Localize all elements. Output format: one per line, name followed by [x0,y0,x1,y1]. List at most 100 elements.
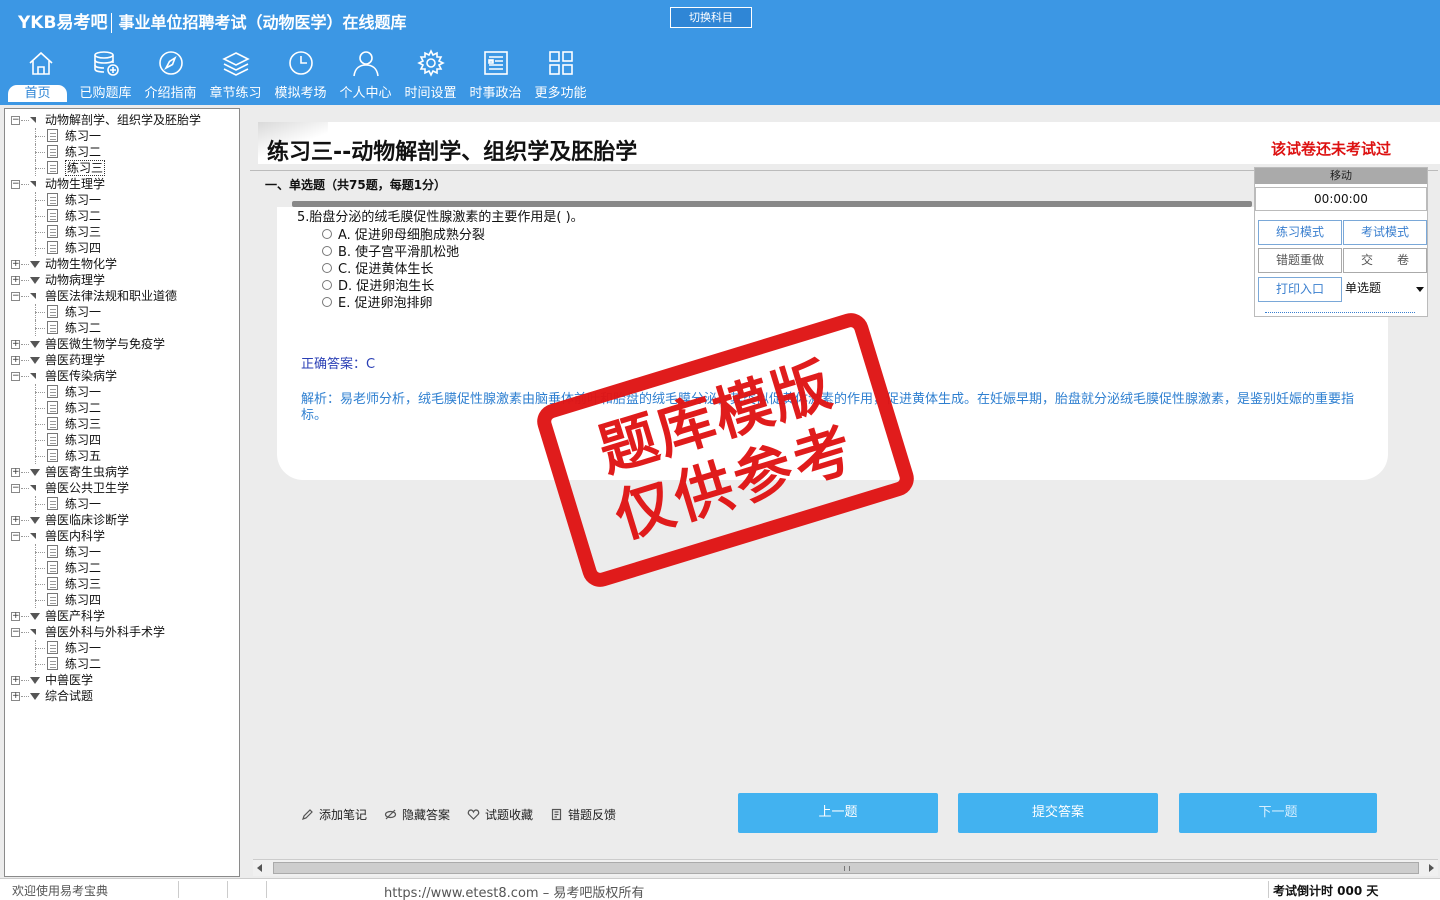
radio-button[interactable] [322,245,332,256]
submit-paper-button[interactable]: 交 卷 [1343,248,1427,273]
tree-node-label: 动物生物化学 [45,257,118,271]
tree-node-subject[interactable]: − 兽医传染病学 [5,368,239,384]
radio-button[interactable] [322,262,332,273]
radio-button[interactable] [322,279,332,290]
tree-node-exercise[interactable]: 练习四 [5,592,239,608]
nav-label: 章节练习 [209,86,262,101]
pencil-icon [302,809,313,820]
collapse-toggle-icon[interactable]: − [11,484,20,493]
tree-node-subject[interactable]: − 兽医外科与外科手术学 [5,624,239,640]
tree-node-exercise[interactable]: 练习二 [5,560,239,576]
nav-purchased[interactable]: 已购题库 [73,48,138,104]
expand-toggle-icon[interactable]: + [11,612,20,621]
tree-node-subject[interactable]: − 兽医法律法规和职业道德 [5,288,239,304]
submit-answer-button[interactable]: 提交答案 [958,793,1158,833]
expand-toggle-icon[interactable]: + [11,516,20,525]
print-button[interactable]: 打印入口 [1258,277,1342,302]
collapse-toggle-icon[interactable]: − [11,180,20,189]
tree-node-subject[interactable]: + 兽医微生物学与免疫学 [5,336,239,352]
subject-tree[interactable]: − 动物解剖学、组织学及胚胎学 练习一 练习二 练习三 − 动物生理学 练习一 练习二 练习三 练习… [4,108,240,877]
practice-mode-button[interactable]: 练习模式 [1258,220,1342,245]
scroll-right-icon[interactable] [1429,864,1434,872]
tree-node-subject[interactable]: + 动物病理学 [5,272,239,288]
tree-node-exercise[interactable]: 练习三 [5,416,239,432]
expand-toggle-icon[interactable]: + [11,260,20,269]
radio-button[interactable] [322,296,332,307]
radio-button[interactable] [322,228,332,239]
collapse-toggle-icon[interactable]: − [11,628,20,637]
collapse-toggle-icon[interactable]: − [11,292,20,301]
tree-node-subject[interactable]: + 动物生物化学 [5,256,239,272]
exam-mode-button[interactable]: 考试模式 [1343,220,1427,245]
tree-node-exercise[interactable]: 练习一 [5,304,239,320]
tree-node-exercise[interactable]: 练习三 [5,160,239,176]
nav-label: 首页 [8,85,67,102]
expand-toggle-icon[interactable]: + [11,340,20,349]
nav-more[interactable]: 更多功能 [528,48,593,104]
nav-time-settings[interactable]: 时间设置 [398,48,463,104]
favorite-tool[interactable]: 试题收藏 [467,806,533,823]
tree-node-exercise[interactable]: 练习一 [5,544,239,560]
tree-node-subject[interactable]: + 兽医临床诊断学 [5,512,239,528]
switch-subject-button[interactable]: 切换科目 [670,7,752,28]
prev-question-button[interactable]: 上一题 [738,793,938,833]
tree-node-exercise[interactable]: 练习五 [5,448,239,464]
tree-node-exercise[interactable]: 练习一 [5,192,239,208]
tree-node-subject[interactable]: + 兽医产科学 [5,608,239,624]
tree-node-exercise[interactable]: 练习二 [5,400,239,416]
add-note-tool[interactable]: 添加笔记 [301,806,367,823]
collapse-toggle-icon[interactable]: − [11,116,20,125]
tree-node-subject[interactable]: + 中兽医学 [5,672,239,688]
tree-node-exercise[interactable]: 练习一 [5,496,239,512]
tree-node-exercise[interactable]: 练习二 [5,656,239,672]
move-handle[interactable]: 移动 [1255,168,1427,184]
nav-chapter-practice[interactable]: 章节练习 [203,48,268,104]
feedback-tool[interactable]: 错题反馈 [550,806,616,823]
tree-node-exercise[interactable]: 练习二 [5,144,239,160]
expand-toggle-icon[interactable]: + [11,692,20,701]
tree-node-exercise[interactable]: 练习一 [5,640,239,656]
tree-node-subject[interactable]: − 兽医公共卫生学 [5,480,239,496]
tree-node-exercise[interactable]: 练习一 [5,384,239,400]
tree-node-label: 练习一 [65,545,102,559]
tree-node-exercise[interactable]: 练习四 [5,240,239,256]
redo-wrong-button[interactable]: 错题重做 [1258,248,1342,273]
horizontal-scrollbar[interactable] [253,859,1438,876]
tree-node-subject[interactable]: + 兽医寄生虫病学 [5,464,239,480]
expand-toggle-icon[interactable]: + [11,676,20,685]
document-icon [47,593,58,606]
next-question-button[interactable]: 下一题 [1179,793,1377,833]
chevron-down-icon [1416,287,1424,292]
tree-node-exercise[interactable]: 练习一 [5,128,239,144]
expand-toggle-icon[interactable]: + [11,276,20,285]
tree-node-label: 兽医传染病学 [45,369,118,383]
tree-node-subject[interactable]: + 兽医药理学 [5,352,239,368]
expand-toggle-icon[interactable]: + [11,356,20,365]
nav-personal-center[interactable]: 个人中心 [333,48,398,104]
hide-answer-tool[interactable]: 隐藏答案 [384,806,450,823]
tree-node-exercise[interactable]: 练习三 [5,224,239,240]
tree-node-exercise[interactable]: 练习三 [5,576,239,592]
scroll-left-icon[interactable] [257,864,262,872]
tree-node-exercise[interactable]: 练习四 [5,432,239,448]
nav-mock-exam[interactable]: 模拟考场 [268,48,333,104]
collapse-toggle-icon[interactable]: − [11,372,20,381]
tree-node-subject[interactable]: − 兽医内科学 [5,528,239,544]
scroll-thumb[interactable] [273,862,1419,874]
tree-node-label: 兽医微生物学与免疫学 [45,337,166,351]
tree-node-subject[interactable]: − 动物生理学 [5,176,239,192]
nav-home[interactable]: 首页 [8,48,73,104]
question-type-select[interactable]: 单选题 [1343,277,1427,302]
nav-current-affairs[interactable]: 时事政治 [463,48,528,104]
folder-closed-icon [30,693,40,700]
collapse-toggle-icon[interactable]: − [11,532,20,541]
option-e[interactable]: E. 促进卵泡排卵 [322,292,432,311]
tree-node-subject[interactable]: + 综合试题 [5,688,239,704]
expand-toggle-icon[interactable]: + [11,468,20,477]
tree-node-exercise[interactable]: 练习二 [5,208,239,224]
nav-guide[interactable]: 介绍指南 [138,48,203,104]
tree-node-label: 练习三 [65,577,102,591]
document-icon [47,433,58,446]
tree-node-exercise[interactable]: 练习二 [5,320,239,336]
tree-node-subject[interactable]: − 动物解剖学、组织学及胚胎学 [5,112,239,128]
